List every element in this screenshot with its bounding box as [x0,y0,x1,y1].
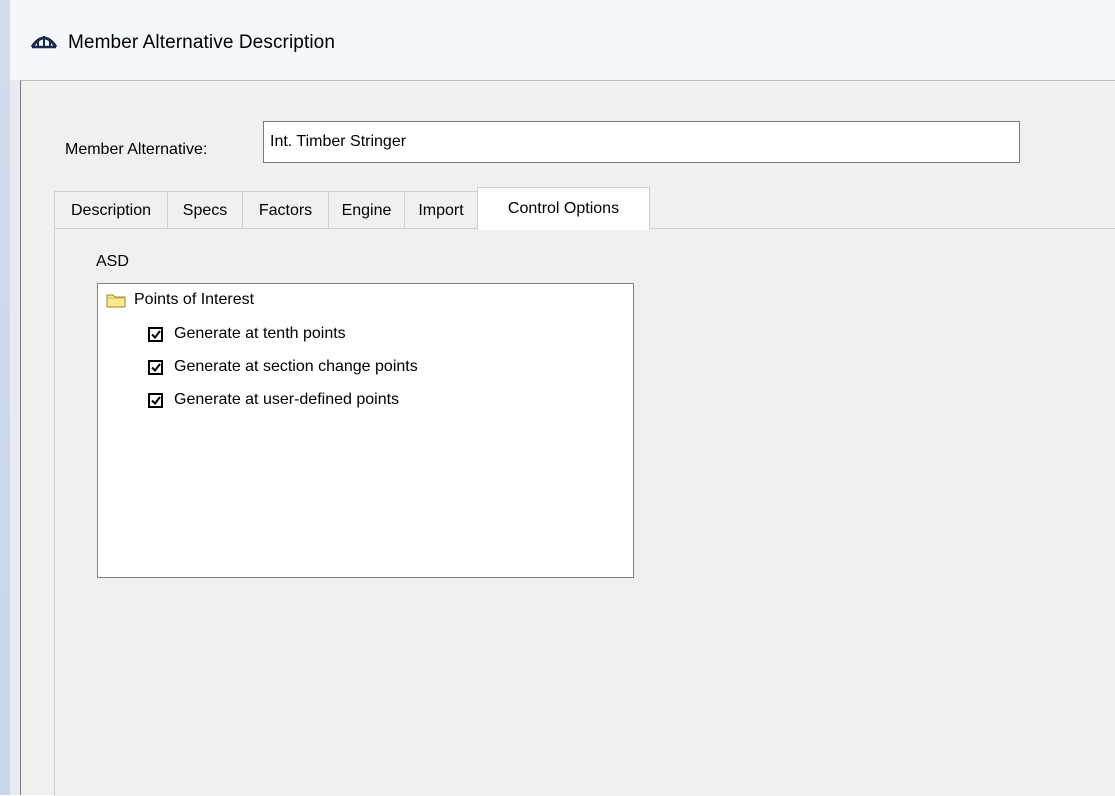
tab-specs[interactable]: Specs [168,191,243,229]
checkmark-icon [150,362,161,372]
asd-group-label: ASD [96,253,129,270]
tree-item-section-change-points[interactable]: Generate at section change points [148,358,418,376]
member-alternative-label: Member Alternative: [65,141,208,158]
checkmark-icon [150,329,161,339]
dialog-client-area: Member Alternative: Description Specs Fa… [20,80,1115,796]
tab-import[interactable]: Import [405,191,478,229]
tree-root-label: Points of Interest [134,291,255,308]
tab-factors[interactable]: Factors [243,191,329,229]
points-of-interest-tree[interactable]: Points of Interest Generate at tenth poi… [97,283,634,578]
section-change-points-checkbox[interactable] [148,359,163,375]
member-alternative-input[interactable] [263,121,1020,163]
tab-description[interactable]: Description [54,191,168,229]
folder-icon [106,294,126,308]
tree-item-label: Generate at user-defined points [174,391,400,408]
tree-item-label: Generate at section change points [174,358,418,375]
control-options-panel: ASD Points of Interest Generate at tenth… [54,228,1115,796]
tab-control-options[interactable]: Control Options [477,187,650,230]
window-frame-left [0,0,10,795]
user-defined-points-checkbox[interactable] [148,392,163,408]
checkmark-icon [150,395,161,405]
tree-item-user-defined-points[interactable]: Generate at user-defined points [148,391,399,409]
tab-strip: Description Specs Factors Engine Import … [54,187,650,230]
member-alternative-window: Member Alternative Description Member Al… [0,0,1115,796]
bridge-icon [31,36,57,49]
title-bar[interactable]: Member Alternative Description [10,0,1115,80]
window-title: Member Alternative Description [68,32,335,53]
tenth-points-checkbox[interactable] [148,326,163,342]
tree-root-points-of-interest[interactable]: Points of Interest [106,291,254,309]
tree-item-tenth-points[interactable]: Generate at tenth points [148,325,346,343]
tree-item-label: Generate at tenth points [174,325,346,342]
tab-engine[interactable]: Engine [329,191,405,229]
